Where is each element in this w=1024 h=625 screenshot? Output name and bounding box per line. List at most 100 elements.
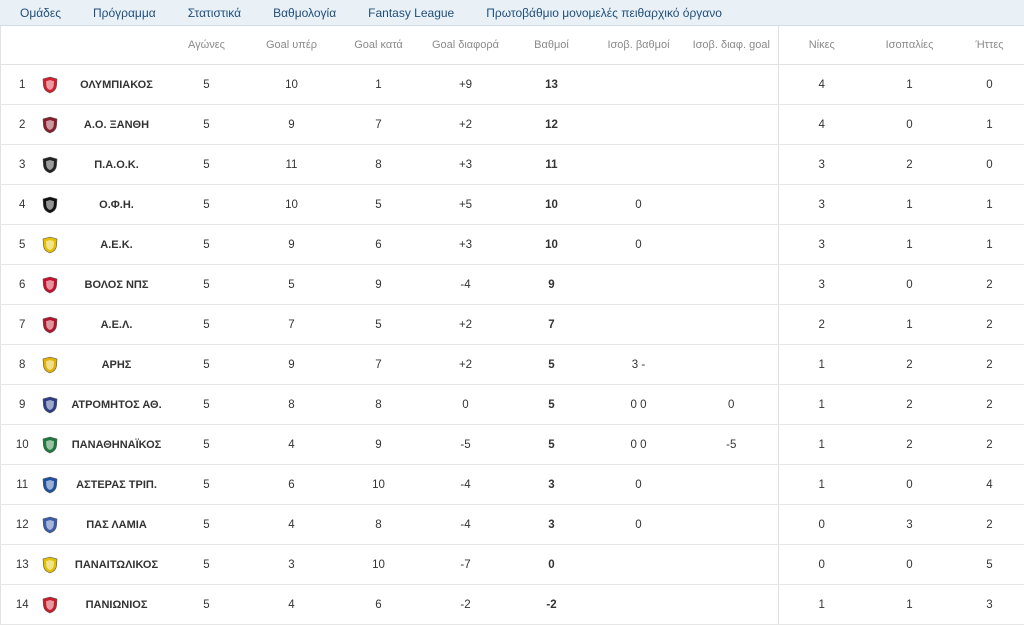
nav-fantasy-league[interactable]: Fantasy League <box>368 6 454 20</box>
table-row[interactable]: 6ΒΟΛΟΣ ΝΠΣ559-49302 <box>1 265 1024 305</box>
cell-losses: 2 <box>955 345 1024 385</box>
cell-wins: 2 <box>779 305 865 345</box>
cell-team-name[interactable]: Α.Ο. ΞΑΝΘΗ <box>67 105 167 145</box>
header-wins[interactable]: Νίκες <box>779 26 865 65</box>
header-goal-difference[interactable]: Goal διαφορά <box>421 26 511 65</box>
cell-draws: 3 <box>865 505 955 545</box>
table-row[interactable]: 8ΑΡΗΣ597+253 -122 <box>1 345 1024 385</box>
header-losses[interactable]: Ήττες <box>955 26 1024 65</box>
table-row[interactable]: 13ΠΑΝΑΙΤΩΛΙΚΟΣ5310-70005 <box>1 545 1024 585</box>
table-row[interactable]: 5Α.Ε.Κ.596+3100311 <box>1 225 1024 265</box>
table-row[interactable]: 7Α.Ε.Λ.575+27212 <box>1 305 1024 345</box>
cell-goal-difference: 0 <box>421 385 511 425</box>
cell-team-name[interactable]: ΑΣΤΕΡΑΣ ΤΡΙΠ. <box>67 465 167 505</box>
table-row[interactable]: 14ΠΑΝΙΩΝΙΟΣ546-2-2113 <box>1 585 1024 625</box>
cell-wins: 1 <box>779 585 865 625</box>
cell-crest <box>33 145 67 185</box>
cell-points: 10 <box>511 225 593 265</box>
table-row[interactable]: 1ΟΛΥΜΠΙΑΚΟΣ5101+913410 <box>1 65 1024 105</box>
cell-wins: 3 <box>779 265 865 305</box>
cell-tie-goal-difference <box>685 185 779 225</box>
team-crest-icon <box>42 476 58 494</box>
cell-crest <box>33 465 67 505</box>
cell-team-name[interactable]: ΑΡΗΣ <box>67 345 167 385</box>
cell-position: 10 <box>1 425 33 465</box>
cell-goals-against: 8 <box>337 385 421 425</box>
cell-team-name[interactable]: ΠΑΝΑΙΤΩΛΙΚΟΣ <box>67 545 167 585</box>
cell-crest <box>33 425 67 465</box>
cell-points: 10 <box>511 185 593 225</box>
cell-crest <box>33 385 67 425</box>
cell-points: 5 <box>511 345 593 385</box>
header-played[interactable]: Αγώνες <box>167 26 247 65</box>
cell-goals-against: 9 <box>337 265 421 305</box>
cell-team-name[interactable]: ΒΟΛΟΣ ΝΠΣ <box>67 265 167 305</box>
cell-losses: 3 <box>955 585 1024 625</box>
cell-tie-points <box>593 545 685 585</box>
cell-team-name[interactable]: Α.Ε.Λ. <box>67 305 167 345</box>
cell-team-name[interactable]: ΟΛΥΜΠΙΑΚΟΣ <box>67 65 167 105</box>
cell-draws: 2 <box>865 145 955 185</box>
cell-team-name[interactable]: ΑΤΡΟΜΗΤΟΣ ΑΘ. <box>67 385 167 425</box>
cell-goals-against: 9 <box>337 425 421 465</box>
cell-position: 3 <box>1 145 33 185</box>
cell-team-name[interactable]: Α.Ε.Κ. <box>67 225 167 265</box>
header-points[interactable]: Βαθμοί <box>511 26 593 65</box>
cell-tie-goal-difference <box>685 345 779 385</box>
cell-goal-difference: +2 <box>421 305 511 345</box>
cell-goal-difference: -4 <box>421 465 511 505</box>
header-draws[interactable]: Ισοπαλίες <box>865 26 955 65</box>
cell-position: 5 <box>1 225 33 265</box>
nav-schedule[interactable]: Πρόγραμμα <box>93 6 156 20</box>
table-row[interactable]: 4Ο.Φ.Η.5105+5100311 <box>1 185 1024 225</box>
cell-played: 5 <box>167 505 247 545</box>
cell-played: 5 <box>167 145 247 185</box>
cell-draws: 0 <box>865 545 955 585</box>
cell-team-name[interactable]: Ο.Φ.Η. <box>67 185 167 225</box>
cell-position: 6 <box>1 265 33 305</box>
cell-points: 5 <box>511 385 593 425</box>
cell-tie-points: 0 <box>593 465 685 505</box>
cell-wins: 0 <box>779 505 865 545</box>
table-row[interactable]: 2Α.Ο. ΞΑΝΘΗ597+212401 <box>1 105 1024 145</box>
cell-team-name[interactable]: ΠΑΝΙΩΝΙΟΣ <box>67 585 167 625</box>
cell-goal-difference: -2 <box>421 585 511 625</box>
cell-tie-points <box>593 265 685 305</box>
table-row[interactable]: 10ΠΑΝΑΘΗΝΑΪΚΟΣ549-550 0-5122 <box>1 425 1024 465</box>
cell-tie-points: 0 0 <box>593 385 685 425</box>
cell-losses: 1 <box>955 225 1024 265</box>
cell-points: 7 <box>511 305 593 345</box>
cell-tie-goal-difference <box>685 305 779 345</box>
cell-goals-for: 6 <box>247 465 337 505</box>
team-crest-icon <box>42 596 58 614</box>
cell-team-name[interactable]: ΠΑΝΑΘΗΝΑΪΚΟΣ <box>67 425 167 465</box>
header-tie-points[interactable]: Ισοβ. βαθμοί <box>593 26 685 65</box>
nav-standings[interactable]: Βαθμολογία <box>273 6 336 20</box>
cell-tie-goal-difference: -5 <box>685 425 779 465</box>
nav-teams[interactable]: Ομάδες <box>20 6 61 20</box>
nav-statistics[interactable]: Στατιστικά <box>188 6 241 20</box>
cell-draws: 2 <box>865 425 955 465</box>
table-row[interactable]: 11ΑΣΤΕΡΑΣ ΤΡΙΠ.5610-430104 <box>1 465 1024 505</box>
cell-tie-goal-difference <box>685 145 779 185</box>
cell-goals-against: 7 <box>337 345 421 385</box>
cell-goal-difference: +3 <box>421 225 511 265</box>
cell-draws: 0 <box>865 105 955 145</box>
header-goals-for[interactable]: Goal υπέρ <box>247 26 337 65</box>
cell-goal-difference: -4 <box>421 505 511 545</box>
table-row[interactable]: 9ΑΤΡΟΜΗΤΟΣ ΑΘ.588050 00122 <box>1 385 1024 425</box>
cell-goal-difference: +2 <box>421 345 511 385</box>
cell-goals-for: 9 <box>247 105 337 145</box>
cell-team-name[interactable]: ΠΑΣ ΛΑΜΙΑ <box>67 505 167 545</box>
table-row[interactable]: 3Π.Α.Ο.Κ.5118+311320 <box>1 145 1024 185</box>
standings-body: 1ΟΛΥΜΠΙΑΚΟΣ5101+9134102Α.Ο. ΞΑΝΘΗ597+212… <box>1 65 1024 625</box>
nav-disciplinary-body[interactable]: Πρωτοβάθμιο μονομελές πειθαρχικό όργανο <box>486 6 722 20</box>
header-tie-goal-difference[interactable]: Ισοβ. διαφ. goal <box>685 26 779 65</box>
header-goals-against[interactable]: Goal κατά <box>337 26 421 65</box>
cell-crest <box>33 345 67 385</box>
team-crest-icon <box>42 516 58 534</box>
cell-team-name[interactable]: Π.Α.Ο.Κ. <box>67 145 167 185</box>
cell-goals-for: 4 <box>247 505 337 545</box>
team-crest-icon <box>42 276 58 294</box>
table-row[interactable]: 12ΠΑΣ ΛΑΜΙΑ548-430032 <box>1 505 1024 545</box>
